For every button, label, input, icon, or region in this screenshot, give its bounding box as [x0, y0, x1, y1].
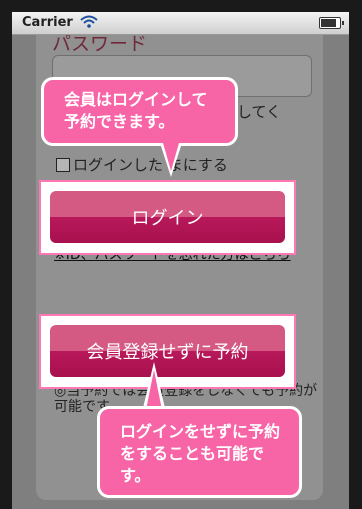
remember-login-checkbox-row[interactable]: ログインした まにする [56, 154, 228, 175]
wifi-icon [80, 15, 98, 28]
guest-tip-text: ログインをせずに予約をすることも可能です。 [120, 422, 281, 485]
remember-login-checkbox[interactable] [56, 157, 70, 172]
login-button-highlight: ログイン [39, 180, 296, 255]
carrier-name: Carrier [22, 15, 73, 30]
login-tip-callout: 会員はログインして予約できます。 [41, 77, 238, 146]
login-tip-text: 会員はログインして予約できます。 [64, 90, 208, 131]
remember-login-label: ログインした まにする [73, 156, 228, 174]
guest-button-highlight: 会員登録せずに予約 [39, 314, 296, 389]
battery-icon [319, 17, 344, 29]
guest-tip-callout: ログインをせずに予約をすることも可能です。 [97, 406, 302, 498]
login-button[interactable]: ログイン [50, 191, 285, 243]
password-label: パスワード [52, 35, 148, 55]
guest-reservation-button[interactable]: 会員登録せずに予約 [50, 325, 285, 377]
status-bar: Carrier [12, 12, 349, 35]
